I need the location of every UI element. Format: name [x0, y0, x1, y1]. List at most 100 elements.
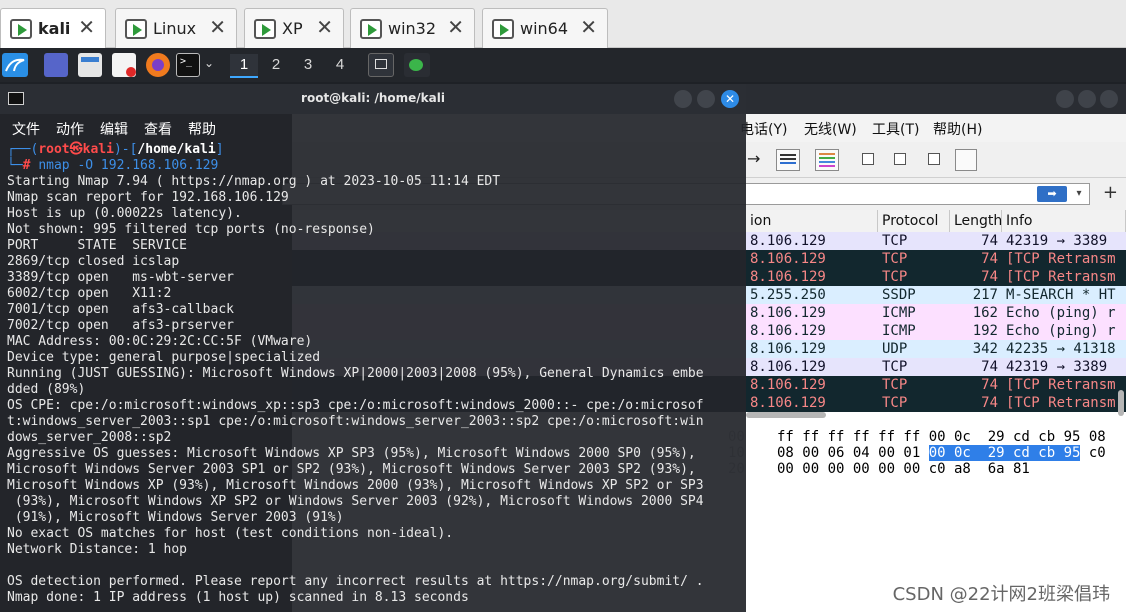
autoscroll-icon[interactable]: [776, 149, 800, 171]
packet-length: 342: [972, 341, 998, 357]
vm-tab-kali[interactable]: kali ✕: [0, 8, 106, 48]
close-button[interactable]: ✕: [721, 90, 739, 108]
close-button[interactable]: [1100, 90, 1118, 108]
resize-columns-icon[interactable]: [955, 149, 977, 171]
output-line: OS detection performed. Please report an…: [7, 574, 704, 589]
hex-line[interactable]: 00 00 00 00 00 00 c0 a8 6a 81: [777, 461, 1030, 477]
horizontal-scrollbar[interactable]: [746, 412, 826, 418]
output-line: Microsoft Windows Server 2003 SP1 or SP2…: [7, 462, 696, 477]
packet-length: 74: [981, 377, 998, 393]
vertical-scrollbar[interactable]: [1118, 390, 1124, 416]
hex-line[interactable]: ff ff ff ff ff ff 00 0c 29 cd cb 95 08: [777, 429, 1106, 445]
close-icon[interactable]: ✕: [78, 15, 95, 39]
terminal-icon[interactable]: >_: [176, 53, 200, 77]
output-line: dded (89%): [7, 382, 86, 397]
packet-protocol: ICMP: [882, 323, 916, 339]
minimize-button[interactable]: [1056, 90, 1074, 108]
workspace-4[interactable]: 4: [326, 54, 354, 78]
apply-filter-icon[interactable]: ➡: [1037, 186, 1067, 202]
packet-protocol: TCP: [882, 269, 908, 285]
file-manager-icon[interactable]: [78, 53, 102, 77]
output-line: Host is up (0.00022s latency).: [7, 206, 242, 221]
chevron-down-icon[interactable]: ⌄: [204, 56, 214, 70]
packet-destination: 8.106.129: [750, 305, 826, 321]
show-desktop-icon[interactable]: [44, 53, 68, 77]
close-icon[interactable]: ✕: [580, 15, 597, 39]
vm-tab-label: Linux: [153, 19, 197, 38]
close-icon[interactable]: ✕: [447, 15, 464, 39]
output-line: 2869/tcp closed icslap: [7, 254, 180, 269]
terminal-output[interactable]: ┌──(root㉿kali)-[/home/kali] └─# nmap -O …: [7, 142, 741, 612]
packet-info: [TCP Retransm: [1006, 377, 1116, 393]
command-output: Starting Nmap 7.94 ( https://nmap.org ) …: [7, 174, 741, 606]
column-protocol[interactable]: Protocol: [878, 210, 950, 232]
kali-menu-icon[interactable]: [2, 53, 28, 77]
menu-help[interactable]: 帮助(H): [933, 119, 982, 139]
firefox-icon[interactable]: [146, 53, 170, 77]
add-filter-button[interactable]: +: [1103, 184, 1118, 202]
output-line: MAC Address: 00:0C:29:2C:CC:5F (VMware): [7, 334, 313, 349]
output-line: Nmap done: 1 IP address (1 host up) scan…: [7, 590, 469, 605]
vm-icon: [125, 19, 147, 39]
packet-destination: 8.106.129: [750, 251, 826, 267]
packet-destination: 8.106.129: [750, 269, 826, 285]
packet-length: 74: [981, 395, 998, 411]
packet-destination: 5.255.250: [750, 287, 826, 303]
taskbar-wireshark-icon[interactable]: [404, 53, 430, 77]
vm-icon: [254, 19, 276, 39]
hex-line[interactable]: 08 00 06 04 00 01 00 0c 29 cd cb 95 c0: [777, 445, 1106, 461]
column-length[interactable]: Length: [950, 210, 1002, 232]
watermark: CSDN @22计网2班梁倡玮: [892, 584, 1110, 605]
output-line: No exact OS matches for host (test condi…: [7, 526, 454, 541]
output-line: Not shown: 995 filtered tcp ports (no-re…: [7, 222, 375, 237]
column-info[interactable]: Info: [1002, 210, 1126, 232]
command-text: nmap -O 192.168.106.129: [38, 158, 219, 173]
minimize-button[interactable]: [674, 90, 692, 108]
packet-length: 192: [972, 323, 998, 339]
hex-selected-bytes: 00 0c 29 cd cb 95: [928, 445, 1081, 461]
packet-protocol: TCP: [882, 359, 908, 375]
menu-tools[interactable]: 工具(T): [872, 119, 919, 139]
chevron-down-icon[interactable]: ▾: [1072, 186, 1086, 202]
packet-protocol: UDP: [882, 341, 908, 357]
text-editor-icon[interactable]: [112, 53, 136, 77]
workspace-1[interactable]: 1: [230, 54, 258, 78]
zoom-in-icon[interactable]: [862, 153, 874, 165]
close-icon[interactable]: ✕: [316, 15, 333, 39]
vm-tab-linux[interactable]: Linux ✕: [115, 8, 237, 48]
packet-destination: 8.106.129: [750, 359, 826, 375]
taskbar-terminal-icon[interactable]: [368, 53, 394, 77]
menu-actions[interactable]: 动作: [56, 119, 84, 139]
terminal-titlebar: root@kali: /home/kali ✕: [0, 84, 746, 114]
workspace-2[interactable]: 2: [262, 54, 290, 78]
normal-size-icon[interactable]: [928, 153, 940, 165]
maximize-button[interactable]: [697, 90, 715, 108]
menu-telephony[interactable]: 电话(Y): [740, 119, 787, 139]
vm-tab-xp[interactable]: XP ✕: [244, 8, 344, 48]
vm-tab-win64[interactable]: win64 ✕: [482, 8, 608, 48]
menu-wireless[interactable]: 无线(W): [804, 119, 857, 139]
zoom-out-icon[interactable]: [894, 153, 906, 165]
packet-info: 42235 → 41318: [1006, 341, 1116, 357]
close-icon[interactable]: ✕: [209, 15, 226, 39]
output-line: Microsoft Windows XP (93%), Microsoft Wi…: [7, 478, 704, 493]
window-title: root@kali: /home/kali: [301, 91, 445, 105]
workspace-3[interactable]: 3: [294, 54, 322, 78]
menu-view[interactable]: 查看: [144, 119, 172, 139]
prompt-decoration: └─: [7, 158, 23, 173]
vm-tab-bar: kali ✕ Linux ✕ XP ✕ win32 ✕ win64 ✕: [0, 0, 1126, 48]
column-destination[interactable]: ion: [746, 210, 878, 232]
prompt-decoration: ┌──(: [7, 142, 39, 157]
output-line: 3389/tcp open ms-wbt-server: [7, 270, 234, 285]
colorize-icon[interactable]: [815, 149, 839, 171]
terminal-menubar: 文件 动作 编辑 查看 帮助: [0, 114, 746, 142]
packet-info: Echo (ping) r: [1006, 305, 1116, 321]
packet-length: 74: [981, 359, 998, 375]
menu-help[interactable]: 帮助: [188, 119, 216, 139]
go-to-packet-icon[interactable]: →: [747, 149, 760, 168]
menu-edit[interactable]: 编辑: [100, 119, 128, 139]
vm-tab-win32[interactable]: win32 ✕: [350, 8, 475, 48]
menu-file[interactable]: 文件: [12, 119, 40, 139]
maximize-button[interactable]: [1078, 90, 1096, 108]
